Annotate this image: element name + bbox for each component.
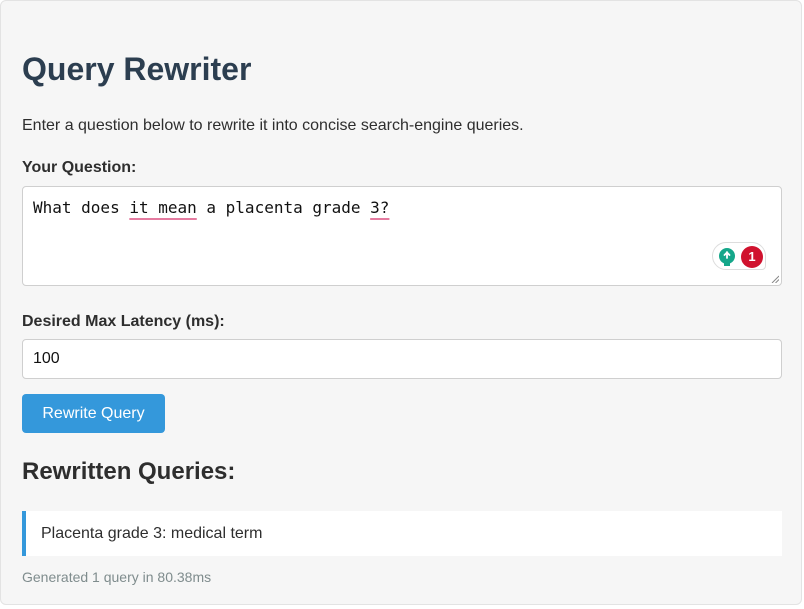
question-textarea[interactable]: What does it mean a placenta grade 3? (22, 186, 782, 286)
page-title: Query Rewriter (22, 51, 252, 87)
rewrite-query-button[interactable]: Rewrite Query (22, 394, 165, 433)
grammar-checker-badge[interactable]: 1 (712, 242, 766, 270)
lightbulb-icon (719, 248, 735, 266)
resize-handle-icon[interactable] (771, 275, 779, 283)
intro-text: Enter a question below to rewrite it int… (22, 117, 524, 134)
latency-label: Desired Max Latency (ms): (22, 313, 225, 330)
spellcheck-flagged-text[interactable]: 3? (370, 198, 389, 217)
rewritten-query-item: Placenta grade 3: medical term (22, 511, 782, 556)
question-label: Your Question: (22, 159, 137, 176)
question-text-part: What does (33, 198, 130, 217)
rewriter-card: Query Rewriter Enter a question below to… (0, 0, 802, 605)
question-text: What does it mean a placenta grade 3? (33, 197, 389, 219)
results-heading: Rewritten Queries: (22, 458, 236, 485)
grammar-issue-count: 1 (741, 246, 763, 268)
latency-input[interactable]: 100 (22, 339, 782, 379)
generation-meta: Generated 1 query in 80.38ms (22, 569, 212, 585)
question-text-part: a placenta grade (196, 198, 371, 217)
spellcheck-flagged-text[interactable]: it mean (129, 198, 196, 217)
